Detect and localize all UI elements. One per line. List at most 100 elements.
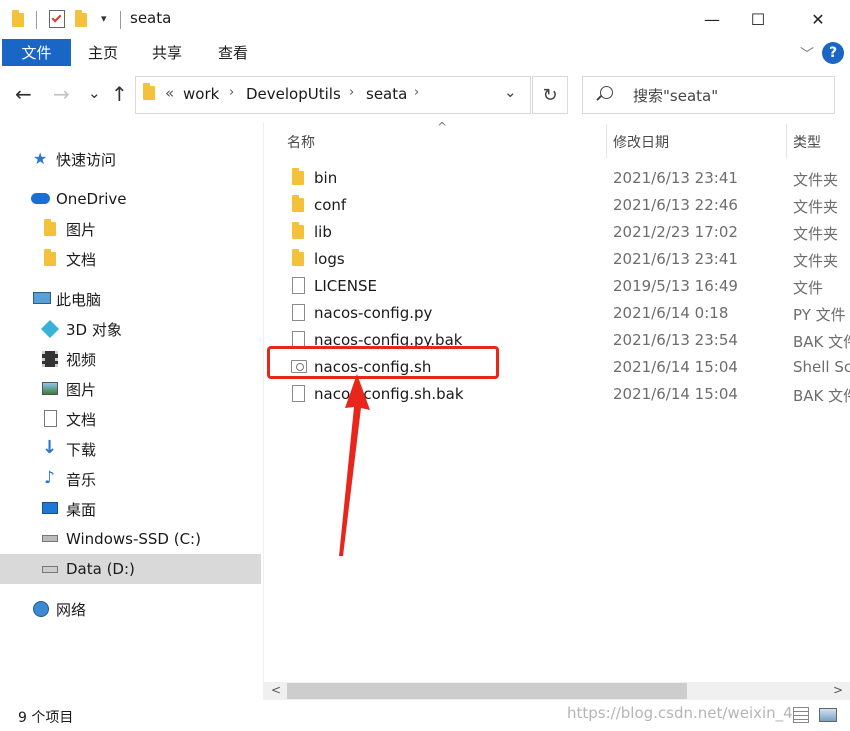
document-icon: [44, 410, 57, 427]
watermark: https://blog.csdn.net/weixin_48: [567, 704, 803, 722]
folder-icon: [292, 249, 304, 266]
scroll-left-button[interactable]: <: [271, 683, 281, 697]
chevron-right-icon[interactable]: ›: [349, 85, 354, 100]
search-placeholder: 搜索"seata": [633, 87, 719, 105]
sidebar-item-music[interactable]: ♪ 音乐: [0, 464, 261, 494]
folder-icon: [44, 219, 56, 236]
tab-share[interactable]: 共享: [152, 42, 182, 63]
help-button[interactable]: ?: [822, 42, 844, 64]
column-header-type[interactable]: 类型: [793, 132, 821, 152]
file-date: 2019/5/13 16:49: [613, 277, 738, 295]
minimize-button[interactable]: —: [689, 0, 735, 38]
sidebar-item-videos[interactable]: 视频: [0, 344, 261, 374]
sidebar-item-label: 视频: [66, 350, 97, 369]
sidebar-item-3d-objects[interactable]: 3D 对象: [0, 314, 261, 344]
sidebar-item-label: OneDrive: [56, 190, 127, 208]
folder-icon: [143, 83, 155, 100]
sidebar-item-label: Windows-SSD (C:): [66, 530, 201, 548]
divider: [36, 11, 37, 29]
highlight-box: [267, 346, 499, 379]
file-name: logs: [314, 250, 345, 268]
properties-icon[interactable]: [49, 10, 65, 28]
new-folder-icon: [75, 10, 87, 27]
recent-locations-button[interactable]: ⌄: [88, 84, 101, 102]
file-row[interactable]: conf 2021/6/13 22:46 文件夹: [280, 192, 850, 219]
sidebar-item-label: Data (D:): [66, 560, 135, 578]
file-row[interactable]: bin 2021/6/13 23:41 文件夹: [280, 165, 850, 192]
file-row[interactable]: lib 2021/2/23 17:02 文件夹: [280, 219, 850, 246]
music-icon: ♪: [44, 468, 55, 488]
search-icon: [600, 86, 613, 99]
sidebar-item-label: 下载: [66, 440, 97, 459]
customize-qat-icon[interactable]: ▾: [101, 12, 107, 25]
file-row[interactable]: logs 2021/6/13 23:41 文件夹: [280, 246, 850, 273]
scroll-right-button[interactable]: >: [833, 683, 843, 697]
sidebar-item-pictures[interactable]: 图片: [0, 374, 261, 404]
sidebar-item-documents[interactable]: 文档: [0, 404, 261, 434]
film-icon: [42, 351, 58, 367]
column-divider[interactable]: [606, 124, 607, 158]
sidebar-item-label: 3D 对象: [66, 320, 122, 339]
file-type: Shell Script: [793, 358, 850, 376]
sidebar-item-data-drive[interactable]: Data (D:): [0, 554, 261, 584]
file-type: PY 文件: [793, 306, 846, 324]
quick-access-toolbar: [12, 10, 24, 30]
sidebar-item-onedrive-documents[interactable]: 文档: [0, 244, 261, 274]
sidebar-item-label: 文档: [66, 410, 97, 429]
sidebar-item-windows-ssd[interactable]: Windows-SSD (C:): [0, 524, 261, 554]
sidebar-item-quick-access[interactable]: ★ 快速访问: [0, 144, 261, 174]
forward-button[interactable]: →: [53, 82, 70, 106]
breadcrumb-work[interactable]: work: [183, 85, 219, 103]
file-date: 2021/6/14 0:18: [613, 304, 729, 322]
breadcrumb-seata[interactable]: seata: [366, 85, 407, 103]
scrollbar-thumb[interactable]: [287, 683, 687, 699]
details-view-icon[interactable]: [793, 707, 809, 723]
chevron-right-icon[interactable]: ›: [414, 85, 419, 100]
close-button[interactable]: ✕: [795, 0, 841, 38]
column-header-date[interactable]: 修改日期: [613, 132, 669, 152]
sidebar-item-onedrive-pictures[interactable]: 图片: [0, 214, 261, 244]
file-date: 2021/6/14 15:04: [613, 358, 738, 376]
column-divider[interactable]: [786, 124, 787, 158]
up-button[interactable]: ↑: [111, 82, 128, 106]
column-header-name[interactable]: 名称: [287, 132, 315, 152]
refresh-button[interactable]: ↻: [532, 76, 568, 114]
large-icons-view-icon[interactable]: [819, 708, 837, 722]
folder-icon: [292, 168, 304, 185]
chevron-right-icon[interactable]: ›: [229, 85, 234, 100]
sidebar-item-this-pc[interactable]: 此电脑: [0, 284, 261, 314]
sort-ascending-icon: ^: [437, 120, 448, 134]
divider: [120, 11, 121, 29]
file-type: 文件夹: [793, 252, 839, 270]
maximize-button[interactable]: ☐: [735, 0, 781, 38]
cube-icon: [40, 319, 60, 339]
file-name: lib: [314, 223, 332, 241]
breadcrumb-developutils[interactable]: DevelopUtils: [246, 85, 341, 103]
sidebar-item-label: 桌面: [66, 500, 97, 519]
pane-divider[interactable]: [263, 122, 264, 700]
expand-ribbon-icon[interactable]: ﹀: [800, 44, 814, 64]
sidebar-item-downloads[interactable]: ↓ 下载: [0, 434, 261, 464]
folder-icon: [12, 10, 24, 27]
file-name: bin: [314, 169, 338, 187]
new-folder-button[interactable]: [75, 10, 87, 30]
download-icon: ↓: [42, 437, 58, 458]
cloud-icon: [31, 193, 50, 204]
file-date: 2021/6/13 22:46: [613, 196, 738, 214]
back-button[interactable]: ←: [15, 82, 32, 106]
tab-home[interactable]: 主页: [88, 42, 118, 63]
file-row[interactable]: nacos-config.py 2021/6/14 0:18 PY 文件: [280, 300, 850, 327]
tab-view[interactable]: 查看: [218, 42, 248, 63]
sidebar-item-onedrive[interactable]: OneDrive: [0, 184, 261, 214]
file-name: LICENSE: [314, 277, 377, 295]
sidebar-item-network[interactable]: 网络: [0, 594, 261, 624]
file-row[interactable]: LICENSE 2019/5/13 16:49 文件: [280, 273, 850, 300]
file-name: nacos-config.py: [314, 304, 433, 322]
annotation-arrow: [339, 374, 370, 556]
file-type: 文件夹: [793, 171, 839, 189]
address-dropdown-button[interactable]: ⌄: [504, 83, 517, 101]
tab-file[interactable]: 文件: [2, 39, 71, 66]
breadcrumb-overflow[interactable]: «: [165, 84, 174, 102]
sidebar-item-desktop[interactable]: 桌面: [0, 494, 261, 524]
desktop-icon: [42, 502, 58, 514]
